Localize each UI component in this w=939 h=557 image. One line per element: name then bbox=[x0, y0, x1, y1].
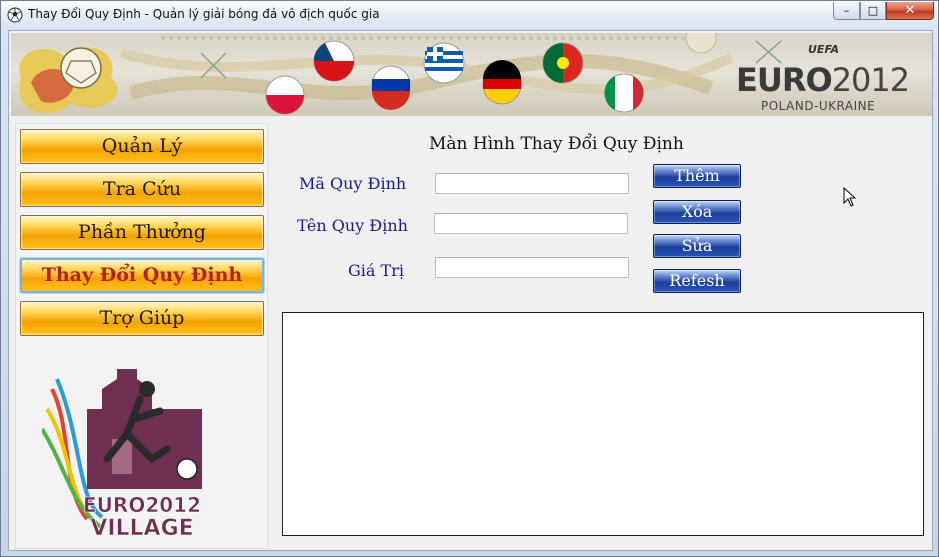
rules-data-grid[interactable] bbox=[282, 312, 924, 536]
menu-phan-thuong-button[interactable]: Phần Thưởng bbox=[20, 215, 264, 250]
gia-tri-label: Giá Trị bbox=[348, 261, 404, 280]
screen-title: Màn Hình Thay Đổi Quy Định bbox=[429, 134, 684, 154]
refresh-button[interactable]: Refesh bbox=[653, 269, 741, 293]
menu-quan-ly-button[interactable]: Quản Lý bbox=[20, 129, 264, 164]
delete-button[interactable]: Xóa bbox=[653, 200, 741, 224]
italy-flag-icon bbox=[604, 73, 644, 113]
euro-2012-logo: EURO2012 bbox=[736, 61, 910, 99]
close-button[interactable]: ✕ bbox=[886, 2, 934, 20]
ten-quy-dinh-input[interactable] bbox=[434, 213, 628, 234]
add-button[interactable]: Thêm bbox=[653, 164, 741, 188]
menu-tro-giup-button[interactable]: Trợ Giúp bbox=[20, 301, 264, 336]
edit-button[interactable]: Sửa bbox=[653, 234, 741, 258]
poland-flag-icon bbox=[265, 75, 305, 115]
russia-flag-icon bbox=[371, 65, 411, 110]
maximize-button[interactable]: □ bbox=[860, 2, 886, 20]
portugal-flag-icon bbox=[542, 42, 584, 84]
soccer-ball-icon bbox=[7, 7, 23, 23]
poland-ukraine-label: POLAND-UKRAINE bbox=[761, 99, 876, 113]
close-icon: ✕ bbox=[904, 3, 916, 18]
menu-thay-doi-quy-dinh-button[interactable]: Thay Đổi Quy Định bbox=[20, 258, 264, 293]
gia-tri-input[interactable] bbox=[435, 257, 629, 278]
village-line1: EURO2012 bbox=[83, 493, 201, 517]
czech-flag-icon bbox=[313, 40, 355, 82]
ten-quy-dinh-label: Tên Quy Định bbox=[297, 216, 408, 235]
window-title: Thay Đổi Quy Định - Quản lý giải bóng đá… bbox=[28, 7, 380, 21]
ma-quy-dinh-input[interactable] bbox=[435, 173, 629, 194]
title-bar[interactable]: Thay Đổi Quy Định - Quản lý giải bóng đá… bbox=[1, 1, 938, 29]
uefa-label: UEFA bbox=[808, 43, 840, 56]
euro-text: EURO bbox=[736, 61, 833, 99]
year-text: 2012 bbox=[831, 61, 910, 99]
germany-flag-icon bbox=[482, 60, 522, 105]
euro-2012-banner: UEFA EURO2012 POLAND-UKRAINE bbox=[11, 33, 932, 116]
greece-flag-icon bbox=[423, 42, 465, 84]
left-menu-panel: Quản Lý Tra Cứu Phần Thưởng Thay Đổi Quy… bbox=[15, 123, 268, 549]
menu-tra-cuu-button[interactable]: Tra Cứu bbox=[20, 172, 264, 207]
ma-quy-dinh-label: Mã Quy Định bbox=[299, 174, 407, 193]
village-line2: VILLAGE bbox=[90, 516, 193, 541]
app-window: Thay Đổi Quy Định - Quản lý giải bóng đá… bbox=[0, 0, 939, 557]
client-area: UEFA EURO2012 POLAND-UKRAINE Quản Lý Tra… bbox=[8, 30, 933, 551]
euro-2012-village-logo: EURO2012 VILLAGE bbox=[42, 369, 202, 541]
minimize-icon: – bbox=[843, 4, 850, 17]
minimize-button[interactable]: – bbox=[833, 2, 860, 20]
maximize-icon: □ bbox=[867, 4, 879, 17]
mouse-cursor-icon bbox=[843, 187, 857, 207]
